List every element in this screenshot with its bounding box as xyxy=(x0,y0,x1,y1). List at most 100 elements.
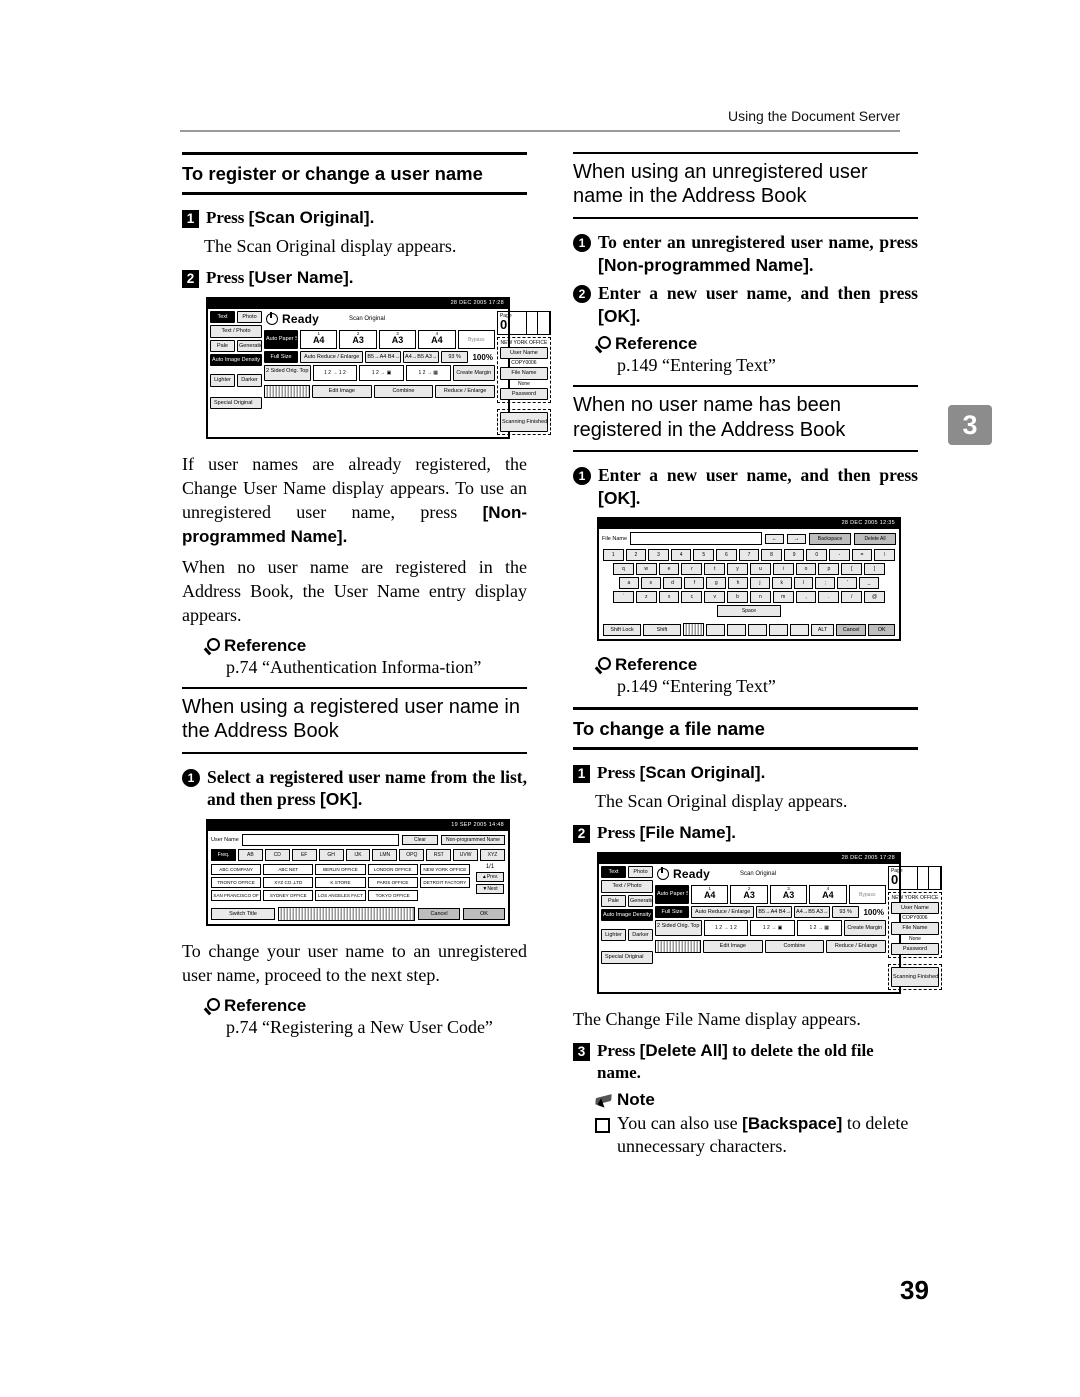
lcd-button-cancel[interactable]: Cancel xyxy=(418,908,460,921)
lcd-tray-2[interactable]: 2 A3 xyxy=(730,884,768,904)
key[interactable]: = xyxy=(851,549,873,562)
lcd-button-auto-reduce-enlarge[interactable]: Auto Reduce / Enlarge xyxy=(300,351,364,364)
list-item[interactable]: PARIS OFFICE xyxy=(367,877,418,889)
lcd-button-mode-2[interactable] xyxy=(726,623,746,636)
lcd-button-clear[interactable]: Clear xyxy=(402,835,438,846)
lcd-tab-rst[interactable]: RST xyxy=(426,849,452,862)
key[interactable]: p xyxy=(818,563,840,576)
key[interactable]: \ xyxy=(874,549,895,562)
key[interactable]: x xyxy=(658,591,680,604)
lcd-button-ok[interactable]: OK xyxy=(463,908,505,921)
lcd-user-list-input[interactable] xyxy=(241,834,399,847)
lcd-button-pale[interactable]: Pale xyxy=(601,894,626,907)
key[interactable]: / xyxy=(841,591,863,604)
key[interactable]: ; xyxy=(815,577,836,590)
lcd-tray-4[interactable]: 4 A4 xyxy=(418,330,456,350)
key[interactable]: d xyxy=(662,577,683,590)
lcd-tray-3[interactable]: 3 A3 xyxy=(769,884,808,904)
lcd-tab-cd[interactable]: CD xyxy=(264,849,290,862)
key[interactable]: h xyxy=(728,577,748,590)
key[interactable]: v xyxy=(704,591,726,604)
key[interactable]: @ xyxy=(864,591,885,604)
key[interactable]: w xyxy=(635,563,657,576)
lcd-tab-ab[interactable]: AB xyxy=(237,849,263,862)
key[interactable]: 2 xyxy=(625,549,647,562)
lcd-tray-2[interactable]: 2 A3 xyxy=(339,330,377,350)
lcd-button-switch-title[interactable]: Switch Title xyxy=(211,908,275,921)
key[interactable]: o xyxy=(795,563,817,576)
lcd-button-cancel[interactable]: Cancel xyxy=(835,623,867,636)
lcd-button-ratio-93[interactable]: 93 % xyxy=(440,351,469,364)
key[interactable]: 1 xyxy=(603,549,624,562)
key[interactable]: g xyxy=(706,577,727,590)
lcd-button-reduce-enlarge[interactable]: Reduce / Enlarge xyxy=(826,940,886,953)
key[interactable]: a xyxy=(619,577,639,590)
lcd-button-2sided-orig[interactable]: 2 Sided Orig. Top to Top xyxy=(655,920,702,937)
lcd-button-photo[interactable]: Photo xyxy=(628,865,653,879)
lcd-button-mode-5[interactable] xyxy=(790,623,810,636)
key[interactable]: ] xyxy=(864,563,885,576)
lcd-button-user-name[interactable]: User Name xyxy=(499,347,548,360)
key[interactable]: _ xyxy=(859,577,879,590)
list-item[interactable]: DETROIT FACTORY xyxy=(419,877,470,889)
lcd-tab-xyz[interactable]: XYZ xyxy=(480,849,505,862)
lcd-button-photo[interactable]: Photo xyxy=(237,311,262,324)
lcd-button-create-margin[interactable]: Create Margin xyxy=(452,365,495,382)
key[interactable]: z xyxy=(635,591,657,604)
lcd-tray-bypass[interactable]: Bypass xyxy=(457,330,495,350)
lcd-button-edit-image[interactable]: Edit Image xyxy=(312,385,372,398)
key[interactable]: - xyxy=(829,549,850,562)
key[interactable]: 8 xyxy=(761,549,782,562)
list-item[interactable]: TOKYO OFFICE xyxy=(367,890,418,902)
lcd-tab-lmn[interactable]: LMN xyxy=(372,849,398,862)
lcd-button-file-name[interactable]: File Name xyxy=(890,922,939,935)
lcd-button-create-margin[interactable]: Create Margin xyxy=(843,920,886,937)
key[interactable]: 6 xyxy=(716,549,737,562)
lcd-button-darker[interactable]: Darker xyxy=(237,374,262,387)
key[interactable]: s xyxy=(640,577,661,590)
lcd-tray-bypass[interactable]: Bypass xyxy=(848,884,886,904)
lcd-tab-ijk[interactable]: IJK xyxy=(345,849,371,862)
lcd-button-combine[interactable]: Combine xyxy=(373,385,434,398)
key[interactable]: i xyxy=(772,563,794,576)
key[interactable]: e xyxy=(658,563,680,576)
lcd-button-darker[interactable]: Darker xyxy=(628,929,653,942)
lcd-duplex-icon-2[interactable]: 1 2 → ▣ xyxy=(750,920,795,937)
lcd-button-right-arrow[interactable]: → xyxy=(787,533,806,544)
lcd-button-combine[interactable]: Combine xyxy=(764,940,825,953)
lcd-duplex-icon-2[interactable]: 1 2 → ▣ xyxy=(359,365,404,382)
lcd-button-next[interactable]: ▼Next xyxy=(476,884,504,895)
lcd-button-delete-all[interactable]: Delete All xyxy=(854,532,896,545)
lcd-button-password[interactable]: Password xyxy=(499,387,548,400)
lcd-button-ratio-a4b5[interactable]: A4→B5 A3→B4 xyxy=(794,905,830,919)
key[interactable]: q xyxy=(613,563,634,576)
lcd-keyboard-input[interactable] xyxy=(630,532,762,546)
lcd-button-password[interactable]: Password xyxy=(890,942,939,955)
key[interactable]: [ xyxy=(841,563,863,576)
lcd-button-special-original[interactable]: Special Original xyxy=(210,396,262,409)
lcd-tray-4[interactable]: 4 A4 xyxy=(809,884,847,904)
key[interactable]: 3 xyxy=(648,549,669,562)
key[interactable]: 4 xyxy=(670,549,692,562)
lcd-button-shift[interactable]: Shift xyxy=(642,623,681,636)
list-item[interactable]: SYDNEY OFFICE xyxy=(263,890,314,902)
key[interactable]: n xyxy=(749,591,771,604)
lcd-button-auto-image-density[interactable]: Auto Image Density xyxy=(601,908,653,922)
lcd-button-prev[interactable]: ▲Prev. xyxy=(476,872,504,883)
key[interactable]: t xyxy=(704,563,726,576)
lcd-button-lighter[interactable]: Lighter xyxy=(210,374,235,387)
lcd-button-ok[interactable]: OK xyxy=(868,623,895,636)
list-item[interactable]: NEW YORK OFFICE xyxy=(419,864,470,876)
lcd-button-text[interactable]: Text xyxy=(210,311,235,324)
lcd-tab-uvw[interactable]: UVW xyxy=(453,849,479,862)
lcd-tab-freq[interactable]: Freq. xyxy=(211,849,236,862)
key[interactable]: b xyxy=(727,591,748,604)
lcd-tab-opq[interactable]: OPQ xyxy=(399,849,425,862)
lcd-duplex-icon-1[interactable]: 1 2 → 1 2 xyxy=(703,920,749,937)
lcd-button-full-size[interactable]: Full Size xyxy=(655,905,689,919)
list-item[interactable]: LOS ANGELES FACT xyxy=(315,890,366,902)
key[interactable]: 5 xyxy=(693,549,715,562)
key[interactable]: u xyxy=(749,563,771,576)
lcd-tray-1[interactable]: 1 A4 xyxy=(300,330,338,350)
key[interactable]: y xyxy=(727,563,748,576)
